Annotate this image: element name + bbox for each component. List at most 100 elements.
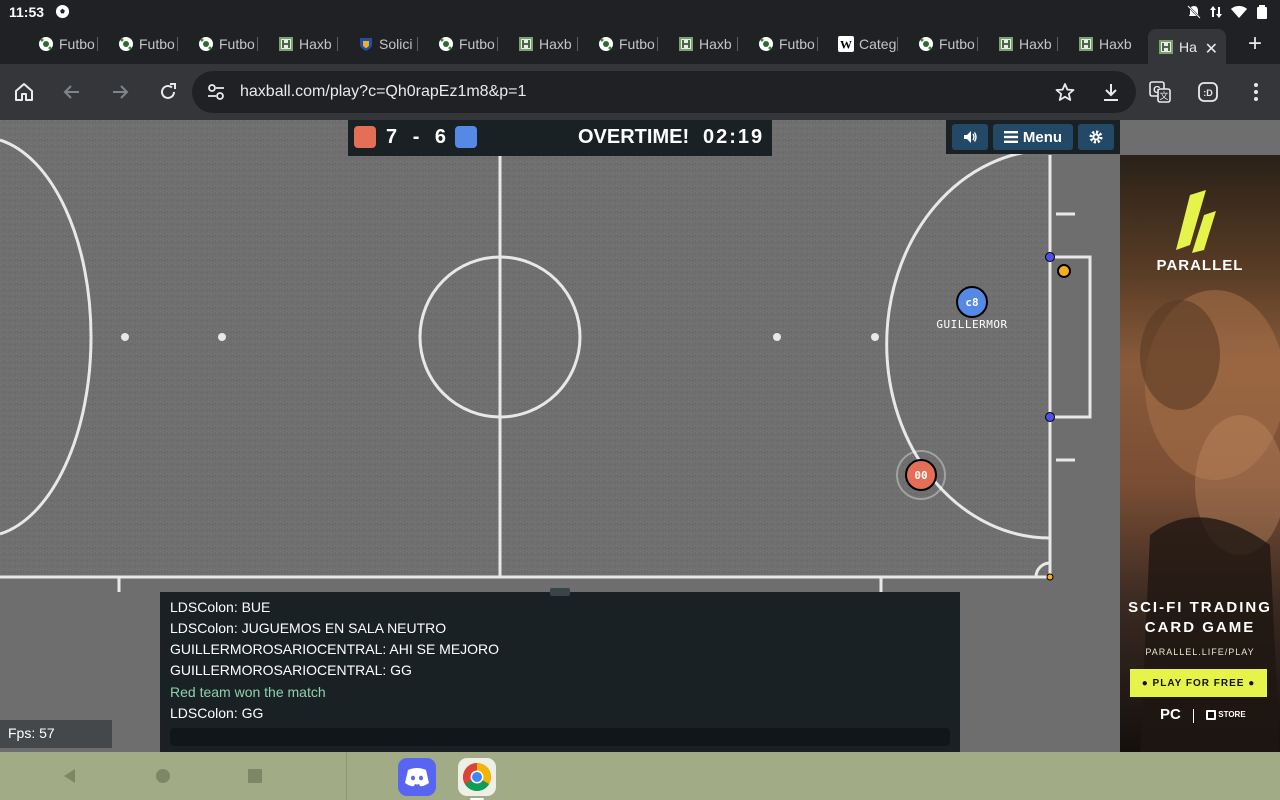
do-not-disturb-icon	[1187, 5, 1201, 19]
blue-team-swatch	[455, 126, 477, 148]
game-ball	[1057, 264, 1071, 278]
arrow-back-icon	[63, 85, 79, 99]
home-nav-icon[interactable]	[153, 766, 173, 786]
extension-button[interactable]: :D	[1192, 76, 1224, 108]
haxball-icon	[279, 37, 293, 51]
close-tab-icon[interactable]: ✕	[1205, 39, 1218, 59]
game-canvas[interactable]: c8 GUILLERMOR 00 7 - 6 OVERTIME! 02:19 M…	[0, 120, 1120, 752]
chat-message: LDSColon: JUGUEMOS EN SALA NEUTRO	[170, 620, 447, 636]
chat-message: GUILLERMOROSARIOCENTRAL: GG	[170, 662, 412, 678]
svg-text:W: W	[840, 38, 852, 52]
ad-brand: PARALLEL	[1156, 257, 1244, 274]
tab-strip: Futbo Futbo Futbo Haxb Solici Futbo Haxb	[0, 24, 1280, 64]
new-tab-button[interactable]: +	[1240, 30, 1270, 58]
chat-input[interactable]	[170, 728, 950, 746]
soccer-ball-icon	[119, 37, 133, 51]
chat-system-message: Red team won the match	[170, 684, 326, 700]
ad-headline: SCI-FI TRADING CARD GAME	[1128, 599, 1272, 636]
shield-logo-icon	[360, 38, 372, 51]
discord-app-icon[interactable]	[398, 758, 436, 796]
reload-button[interactable]	[152, 76, 184, 108]
settings-button[interactable]	[1078, 124, 1114, 150]
url-text[interactable]: haxball.com/play?c=Qh0rapEz1m8&p=1	[240, 83, 526, 101]
svg-text:文: 文	[1159, 90, 1168, 101]
download-icon[interactable]	[1100, 81, 1122, 103]
tab-haxball-1[interactable]: Haxb	[278, 31, 338, 57]
translate-button[interactable]: G文	[1144, 76, 1176, 108]
ad-platform: PC	[1160, 706, 1181, 723]
chrome-icon	[463, 763, 491, 791]
epic-games-icon	[1206, 710, 1216, 720]
ad-banner[interactable]: PARALLEL SCI-FI TRADING CARD GAME PARALL…	[1120, 155, 1280, 752]
ad-url: PARALLEL.LIFE/PLAY	[1145, 647, 1255, 657]
menu-button[interactable]: Menu	[993, 124, 1073, 150]
tab-futbol-1[interactable]: Futbo	[38, 31, 98, 57]
soccer-ball-icon	[919, 37, 933, 51]
tab-label: Haxb	[299, 36, 332, 52]
tab-futbol-2[interactable]: Futbo	[118, 31, 178, 57]
score-display: 7 - 6	[386, 126, 447, 149]
soccer-ball-icon	[199, 37, 213, 51]
red-team-swatch	[354, 126, 376, 148]
tab-haxball-4[interactable]: Haxb	[998, 31, 1058, 57]
tab-haxball-5[interactable]: Haxb	[1078, 31, 1138, 57]
status-bar: 11:53	[0, 0, 1280, 24]
tab-futbol-3[interactable]: Futbo	[198, 31, 258, 57]
tab-label: Haxb	[1099, 36, 1132, 52]
chat-resize-handle[interactable]	[550, 588, 570, 596]
tab-futbol-5[interactable]: Futbo	[598, 31, 658, 57]
tab-futbol-6[interactable]: Futbo	[758, 31, 818, 57]
tab-haxball-3[interactable]: Haxb	[678, 31, 738, 57]
tab-label: Futbo	[619, 36, 655, 52]
chat-message: LDSColon: BUE	[170, 599, 271, 615]
tab-haxball-active[interactable]: Ha ✕	[1148, 29, 1226, 64]
more-vert-icon	[1254, 83, 1258, 101]
tab-haxball-2[interactable]: Haxb	[518, 31, 578, 57]
red-player-avatar: 00	[914, 469, 927, 482]
chat-message: GUILLERMOROSARIOCENTRAL: AHI SE MEJORO	[170, 641, 500, 657]
translate-icon: G文	[1149, 81, 1171, 103]
tab-label: Haxb	[699, 36, 732, 52]
blue-player: c8	[956, 286, 988, 318]
tab-label: Categ	[859, 36, 897, 52]
haxball-icon	[1159, 39, 1173, 54]
tab-label: Futbo	[139, 36, 175, 52]
red-score: 7	[386, 126, 399, 148]
chat-panel: LDSColon: BUE LDSColon: JUGUEMOS EN SALA…	[160, 588, 960, 752]
more-menu-button[interactable]	[1240, 76, 1272, 108]
back-button[interactable]	[56, 76, 88, 108]
home-button[interactable]	[8, 76, 40, 108]
sound-button[interactable]	[952, 124, 988, 150]
browser-toolbar: haxball.com/play?c=Qh0rapEz1m8&p=1 G文 :D	[0, 64, 1280, 120]
match-clock: 02:19	[703, 126, 765, 148]
address-bar[interactable]: haxball.com/play?c=Qh0rapEz1m8&p=1	[192, 71, 1136, 113]
tab-futbol-7[interactable]: Futbo	[918, 31, 978, 57]
site-settings-icon[interactable]	[206, 82, 226, 102]
forward-button[interactable]	[104, 76, 136, 108]
ad-artwork	[1140, 190, 1280, 752]
extension-face-icon: :D	[1198, 82, 1218, 102]
scoreboard: 7 - 6 OVERTIME! 02:19	[348, 120, 772, 156]
tab-label: Futbo	[939, 36, 975, 52]
haxball-icon	[999, 37, 1013, 51]
bookmark-star-icon[interactable]	[1054, 81, 1076, 103]
chrome-app-icon[interactable]	[458, 758, 496, 796]
match-status: OVERTIME!	[578, 126, 690, 148]
ad-store-badge: STORE	[1206, 710, 1246, 720]
ad-cta-button[interactable]: ● PLAY FOR FREE ●	[1130, 669, 1267, 697]
tab-label: Futbo	[59, 36, 95, 52]
home-icon	[15, 83, 33, 101]
recents-nav-icon[interactable]	[245, 766, 265, 786]
tab-categoria[interactable]: W Categ	[838, 31, 898, 57]
advertisement[interactable]: PARALLEL SCI-FI TRADING CARD GAME PARALL…	[1120, 120, 1280, 752]
tab-solicitud[interactable]: Solici	[358, 31, 418, 57]
tab-label: Haxb	[539, 36, 572, 52]
tab-futbol-4[interactable]: Futbo	[438, 31, 498, 57]
dock-divider	[346, 752, 347, 800]
arrow-forward-icon	[113, 85, 129, 99]
fps-counter: Fps: 57	[0, 720, 112, 748]
back-nav-icon[interactable]	[60, 766, 80, 786]
speaker-icon	[964, 131, 977, 143]
chat-message: LDSColon: GG	[170, 705, 264, 721]
navigation-bar	[0, 752, 1280, 800]
